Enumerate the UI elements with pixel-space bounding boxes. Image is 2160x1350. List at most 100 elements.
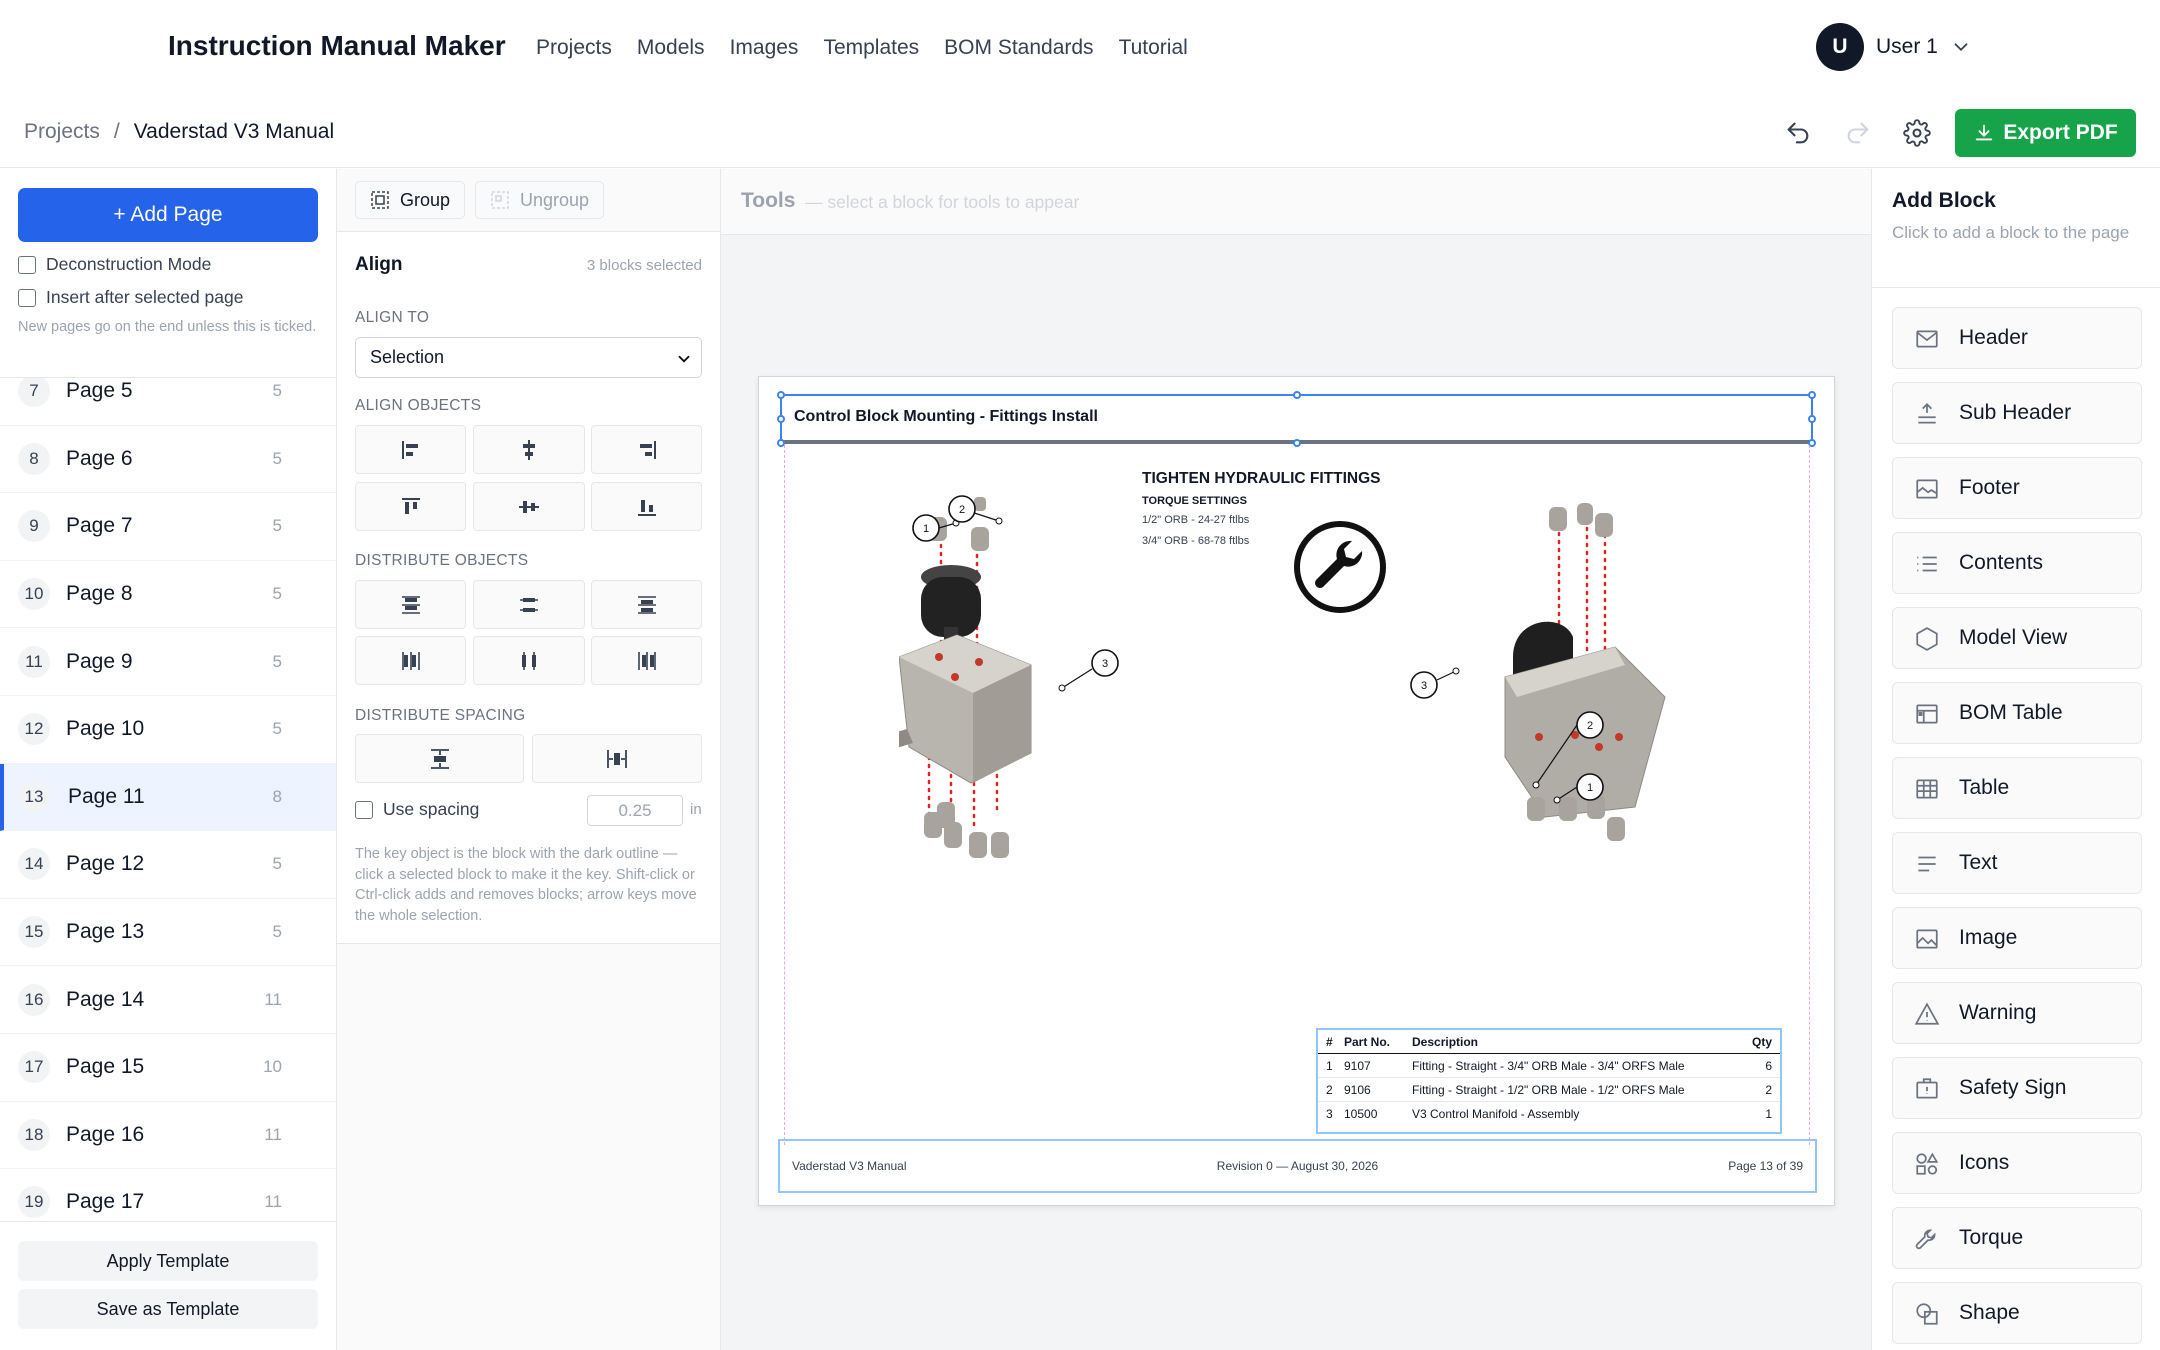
distribute-center-button[interactable] xyxy=(473,636,585,685)
insert-after-checkbox[interactable]: Insert after selected page xyxy=(18,287,243,308)
page-list-item[interactable]: 16 Page 14 11 xyxy=(0,966,336,1034)
distribute-middle-button[interactable] xyxy=(473,580,585,629)
user-menu[interactable]: U User 1 xyxy=(1816,23,1972,71)
block-count: 5 xyxy=(272,516,282,536)
resize-handle[interactable] xyxy=(777,415,785,423)
page-list-item[interactable]: 15 Page 13 5 xyxy=(0,899,336,967)
distribute-right-button[interactable] xyxy=(591,636,702,685)
block-count: 5 xyxy=(272,719,282,739)
page-list[interactable]: 7 Page 5 5 8 Page 6 5 9 Page 7 5 10 Page 8 5 11 P… xyxy=(0,377,336,1221)
shapes-icon xyxy=(1916,1152,1939,1175)
page-list-item[interactable]: 18 Page 16 11 xyxy=(0,1102,336,1170)
use-spacing-checkbox[interactable]: Use spacing xyxy=(355,799,479,820)
bom-cell: 10500 xyxy=(1344,1107,1378,1121)
add-contents-block-button[interactable]: Contents xyxy=(1892,532,2142,594)
align-top-button[interactable] xyxy=(355,482,466,531)
ungroup-button[interactable]: Ungroup xyxy=(475,181,605,219)
list-icon xyxy=(1917,556,1937,572)
align-bottom-button[interactable] xyxy=(591,482,702,531)
page-list-item[interactable]: 14 Page 12 5 xyxy=(0,831,336,899)
undo-icon[interactable] xyxy=(1781,116,1815,150)
add-page-button[interactable]: + Add Page xyxy=(18,188,318,242)
nav-link-tutorial[interactable]: Tutorial xyxy=(1119,36,1188,60)
bom-cell: 2 xyxy=(1765,1082,1772,1097)
block-label: BOM Table xyxy=(1959,701,2063,724)
redo-icon[interactable] xyxy=(1841,116,1875,150)
page-list-item[interactable]: 19 Page 17 11 xyxy=(0,1169,336,1221)
nav-link-bom-standards[interactable]: BOM Standards xyxy=(944,36,1093,60)
add-table-block-button[interactable]: Table xyxy=(1892,757,2142,819)
nav-link-models[interactable]: Models xyxy=(637,36,705,60)
page-number: 7 xyxy=(18,378,50,408)
distribute-top-button[interactable] xyxy=(355,580,466,629)
distribute-bottom-button[interactable] xyxy=(591,580,702,629)
align-center-horizontal-button[interactable] xyxy=(473,425,585,474)
align-bottom-icon xyxy=(637,499,656,516)
add-bom-table-block-button[interactable]: BOM Table xyxy=(1892,682,2142,744)
block-label: Footer xyxy=(1959,476,2020,499)
page-list-item[interactable]: 17 Page 15 10 xyxy=(0,1034,336,1102)
nav-link-projects[interactable]: Projects xyxy=(536,36,612,60)
page-list-item[interactable]: 7 Page 5 5 xyxy=(0,378,336,426)
resize-handle[interactable] xyxy=(777,391,785,399)
add-safety-sign-block-button[interactable]: Safety Sign xyxy=(1892,1057,2142,1119)
safety-sign-icon xyxy=(1916,1078,1938,1099)
block-count: 11 xyxy=(264,1124,282,1144)
page-list-item[interactable]: 9 Page 7 5 xyxy=(0,493,336,561)
export-pdf-button[interactable]: Export PDF xyxy=(1955,109,2136,157)
document-page[interactable]: Control Block Mounting - Fittings Instal… xyxy=(758,376,1835,1206)
distribute-horizontal-spacing-button[interactable] xyxy=(532,734,702,783)
add-text-block-button[interactable]: Text xyxy=(1892,832,2142,894)
page-list-item[interactable]: 8 Page 6 5 xyxy=(0,426,336,494)
block-count: 11 xyxy=(264,1192,282,1212)
breadcrumb-separator: / xyxy=(113,120,120,143)
add-icons-block-button[interactable]: Icons xyxy=(1892,1132,2142,1194)
resize-handle[interactable] xyxy=(1808,415,1816,423)
breadcrumb-projects[interactable]: Projects xyxy=(24,120,100,144)
add-header-block-button[interactable]: Header xyxy=(1892,307,2142,369)
app-brand[interactable]: Instruction Manual Maker xyxy=(168,30,506,62)
settings-gear-icon[interactable] xyxy=(1900,116,1934,150)
group-button[interactable]: Group xyxy=(355,181,466,219)
resize-handle[interactable] xyxy=(1293,391,1301,399)
resize-handle[interactable] xyxy=(1293,439,1301,447)
block-label: Shape xyxy=(1959,1301,2020,1324)
page-list-item[interactable]: 12 Page 10 5 xyxy=(0,696,336,764)
align-top-icon xyxy=(401,497,420,514)
resize-handle[interactable] xyxy=(1808,391,1816,399)
page-title: Page 10 xyxy=(66,717,145,741)
align-middle-button[interactable] xyxy=(473,482,585,531)
apply-template-button[interactable]: Apply Template xyxy=(18,1241,318,1281)
save-as-template-button[interactable]: Save as Template xyxy=(18,1289,318,1329)
bom-table-block[interactable]: # Part No. Description Qty 1 9107 Fitting … xyxy=(1316,1028,1782,1134)
add-image-block-button[interactable]: Image xyxy=(1892,907,2142,969)
align-to-select[interactable]: Selection xyxy=(355,337,702,378)
deconstruction-mode-checkbox[interactable]: Deconstruction Mode xyxy=(18,254,211,275)
nav-link-images[interactable]: Images xyxy=(730,36,799,60)
align-left-button[interactable] xyxy=(355,425,466,474)
checkbox-box[interactable] xyxy=(18,255,36,274)
footer-block[interactable]: Vaderstad V3 Manual Revision 0 — August … xyxy=(778,1139,1817,1193)
distribute-left-button[interactable] xyxy=(355,636,466,685)
page-list-item[interactable]: 10 Page 8 5 xyxy=(0,561,336,629)
nav-link-templates[interactable]: Templates xyxy=(823,36,919,60)
add-sub-header-block-button[interactable]: Sub Header xyxy=(1892,382,2142,444)
checkbox-box[interactable] xyxy=(18,288,36,307)
add-warning-block-button[interactable]: Warning xyxy=(1892,982,2142,1044)
add-torque-block-button[interactable]: Torque xyxy=(1892,1207,2142,1269)
add-footer-block-button[interactable]: Footer xyxy=(1892,457,2142,519)
page-list-item[interactable]: 11 Page 9 5 xyxy=(0,628,336,696)
block-label: Header xyxy=(1959,326,2028,349)
align-right-button[interactable] xyxy=(591,425,702,474)
top-nav: Instruction Manual Maker Projects Models… xyxy=(0,0,2160,96)
checkbox-box[interactable] xyxy=(355,800,373,819)
app-root: Instruction Manual Maker Projects Models… xyxy=(0,0,2160,1350)
page-list-item-selected[interactable]: 13 Page 11 8 xyxy=(0,763,336,832)
distribute-vertical-spacing-button[interactable] xyxy=(355,734,524,783)
download-icon xyxy=(1976,124,1993,141)
add-model-view-block-button[interactable]: Model View xyxy=(1892,607,2142,669)
align-center-v-icon xyxy=(519,500,539,513)
header-block-selected[interactable]: Control Block Mounting - Fittings Instal… xyxy=(777,391,1816,447)
spacing-input[interactable]: 0.25 xyxy=(587,795,683,826)
add-shape-block-button[interactable]: Shape xyxy=(1892,1282,2142,1344)
